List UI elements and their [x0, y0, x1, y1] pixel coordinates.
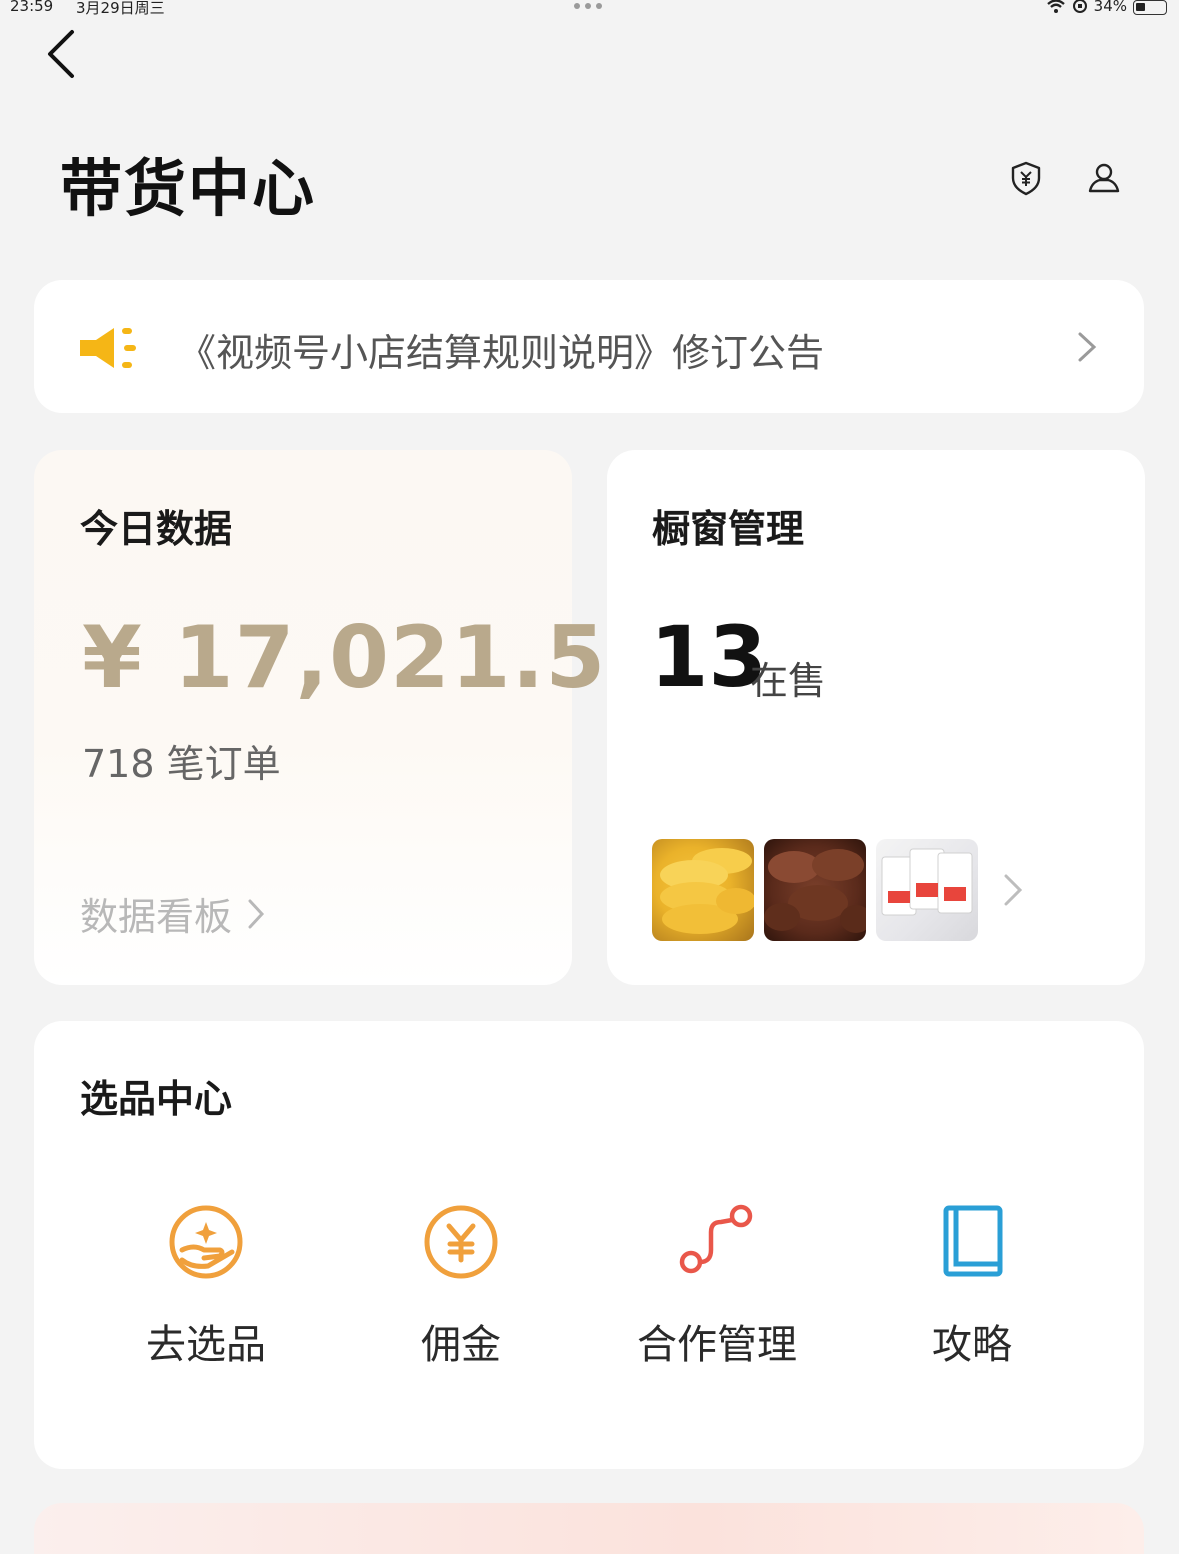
dashboard-link[interactable]: 数据看板 [80, 886, 266, 941]
cake-image [660, 848, 754, 934]
window-management-title: 橱窗管理 [652, 507, 805, 551]
commission-label: 佣金 [421, 1322, 501, 1368]
status-time: 23:59 [10, 0, 54, 15]
chocolate-cake-image [764, 849, 866, 933]
user-button[interactable] [1084, 158, 1124, 198]
multitask-dots-icon[interactable] [574, 3, 602, 9]
shield-yen-icon [1011, 161, 1041, 196]
status-bar: 23:59 3月29日周三 34% [0, 0, 1179, 17]
chevron-right-icon[interactable] [1000, 870, 1026, 910]
shield-button[interactable] [1006, 158, 1046, 198]
product-thumbnail[interactable] [652, 839, 754, 941]
chevron-right-icon [248, 899, 265, 928]
page-title: 带货中心 [60, 152, 317, 225]
go-select-products-label: 去选品 [146, 1322, 266, 1368]
hand-star-icon [169, 1205, 243, 1279]
product-thumbnail[interactable] [876, 839, 978, 941]
today-data-title: 今日数据 [80, 507, 233, 551]
orientation-lock-icon [1072, 0, 1087, 13]
cooperation-management-button[interactable]: 合作管理 [617, 1200, 817, 1370]
connect-path-icon [679, 1204, 753, 1274]
chevron-left-icon [48, 30, 74, 78]
book-icon [943, 1205, 1003, 1277]
dashboard-link-label: 数据看板 [80, 895, 233, 939]
on-sale-label: 在售 [750, 659, 827, 703]
selection-center-title: 选品中心 [80, 1077, 233, 1121]
bottom-promo-card[interactable] [34, 1503, 1144, 1554]
go-select-products-button[interactable]: 去选品 [106, 1200, 306, 1370]
back-button[interactable] [38, 26, 88, 82]
battery-icon [1133, 0, 1167, 15]
megaphone-icon [80, 328, 136, 368]
battery-percent: 34% [1093, 0, 1127, 15]
today-amount: ¥ 17,021.5 [82, 608, 607, 708]
today-orders: 718 笔订单 [82, 742, 281, 786]
yen-coin-icon [424, 1205, 498, 1279]
notice-text[interactable]: 《视频号小店结算规则说明》修订公告 [178, 322, 824, 377]
product-thumbnail[interactable] [764, 839, 866, 941]
status-indicators: 34% [1046, 0, 1167, 15]
cooperation-management-label: 合作管理 [637, 1322, 797, 1368]
guide-button[interactable]: 攻略 [872, 1200, 1072, 1370]
wifi-icon [1046, 0, 1065, 13]
chevron-right-icon [1078, 332, 1097, 362]
user-icon [1088, 163, 1120, 193]
packaged-snack-image [881, 848, 973, 916]
status-date: 3月29日周三 [76, 0, 165, 17]
guide-label: 攻略 [932, 1322, 1012, 1368]
commission-button[interactable]: 佣金 [361, 1200, 561, 1370]
